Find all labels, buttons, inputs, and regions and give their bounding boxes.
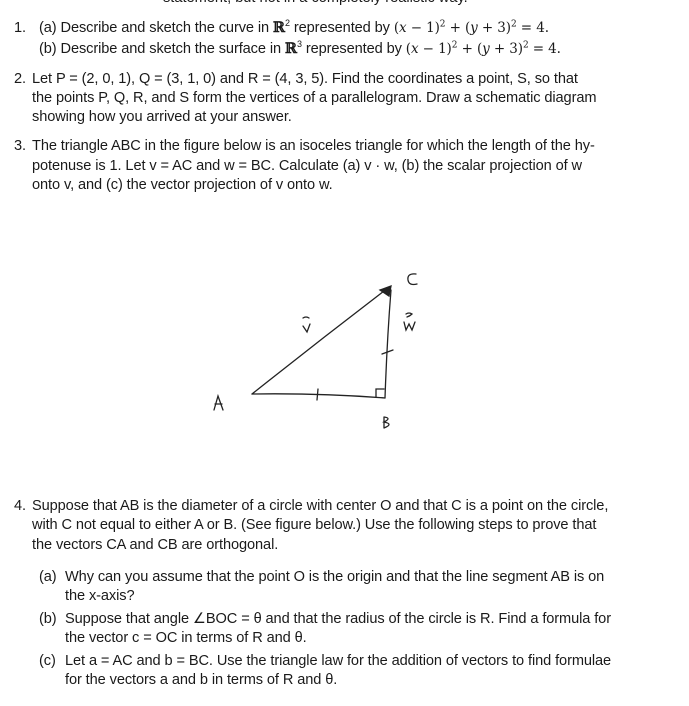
problem-text-line: with C not equal to either A or B. (See … xyxy=(32,517,597,533)
label-v xyxy=(302,316,311,334)
label-b xyxy=(382,416,390,429)
part-text-line: the x-axis? xyxy=(65,588,135,604)
part-text-line: the vector c = OC in terms of R and θ. xyxy=(65,630,307,646)
part-label: (b) xyxy=(39,611,57,627)
side-bc xyxy=(384,289,392,399)
problem-text-line: the vectors CA and CB are orthogonal. xyxy=(32,537,279,553)
part-text-line: Suppose that angle ∠BOC = θ and that the… xyxy=(65,611,611,627)
part-text-line: Let a = AC and b = BC. Use the triangle … xyxy=(65,653,612,669)
part-label: (c) xyxy=(39,653,56,669)
problem-text-line: Suppose that AB is the diameter of a cir… xyxy=(32,498,609,514)
part-text-line: Why can you assume that the point O is t… xyxy=(65,569,605,585)
problem-number: 4. xyxy=(14,498,26,514)
tick-ab xyxy=(316,388,319,401)
label-c xyxy=(407,273,418,286)
label-w xyxy=(403,312,416,332)
side-ac-vector-v xyxy=(251,287,389,395)
arrowhead-c xyxy=(378,284,392,298)
part-text-line: for the vectors a and b in terms of R an… xyxy=(65,672,338,688)
right-angle-mark xyxy=(375,388,385,398)
part-label: (a) xyxy=(39,569,57,585)
label-a xyxy=(213,393,224,411)
side-ab xyxy=(251,393,386,399)
